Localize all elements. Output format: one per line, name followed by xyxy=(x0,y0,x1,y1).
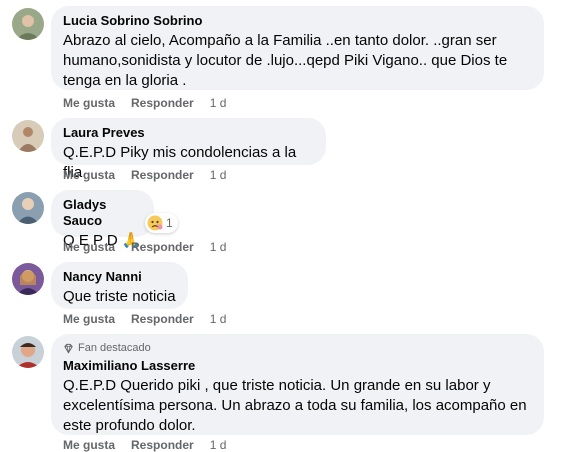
reply-button[interactable]: Responder xyxy=(131,239,194,255)
timestamp[interactable]: 1 d xyxy=(210,437,227,452)
comment-text: Abrazo al cielo, Acompaño a la Familia .… xyxy=(63,31,532,91)
comment-text: Que triste noticia xyxy=(63,288,176,305)
fan-badge-label: Fan destacado xyxy=(78,342,151,354)
reply-button[interactable]: Responder xyxy=(131,311,194,327)
sad-face-emoji-icon xyxy=(147,215,163,231)
like-button[interactable]: Me gusta xyxy=(63,167,115,183)
reaction-count[interactable]: 1 xyxy=(145,213,178,233)
avatar[interactable] xyxy=(12,120,44,152)
avatar[interactable] xyxy=(12,8,44,40)
comment-bubble: Gladys Sauco Q E P D 🙏 xyxy=(51,190,154,249)
avatar[interactable] xyxy=(12,336,44,368)
timestamp[interactable]: 1 d xyxy=(210,239,227,255)
reply-button[interactable]: Responder xyxy=(131,437,194,452)
comment-line: humano,sonidista y locutor de .lujo...qe… xyxy=(63,52,508,69)
comment-author[interactable]: Laura Preves xyxy=(63,125,314,141)
comment-text: Q.E.P.D Querido piki , que triste notici… xyxy=(63,376,532,436)
reply-button[interactable]: Responder xyxy=(131,167,194,183)
diamond-icon xyxy=(64,343,73,354)
fan-badge[interactable]: Fan destacado xyxy=(63,341,532,355)
comment-author[interactable]: Maximiliano Lasserre xyxy=(63,358,532,374)
timestamp[interactable]: 1 d xyxy=(210,311,227,327)
comment-actions: Me gusta Responder 1 d xyxy=(63,95,226,111)
avatar[interactable] xyxy=(12,263,44,295)
comment-author[interactable]: Nancy Nanni xyxy=(63,269,176,285)
comment-author[interactable]: Gladys Sauco xyxy=(63,197,142,229)
reply-button[interactable]: Responder xyxy=(131,95,194,111)
comment-bubble: Laura Preves Q.E.P.D Piky mis condolenci… xyxy=(51,118,326,181)
comment-bubble: Nancy Nanni Que triste noticia xyxy=(51,262,188,309)
comment-bubble: Lucia Sobrino Sobrino Abrazo al cielo, A… xyxy=(51,6,544,90)
like-button[interactable]: Me gusta xyxy=(63,95,115,111)
comment-bubble: Fan destacado Maximiliano Lasserre Q.E.P… xyxy=(51,334,544,435)
like-button[interactable]: Me gusta xyxy=(63,311,115,327)
comment-actions: Me gusta Responder 1 d xyxy=(63,167,226,183)
comment-line: excelentísima persona. Un abrazo a toda … xyxy=(63,397,527,414)
comment-author[interactable]: Lucia Sobrino Sobrino xyxy=(63,13,532,29)
timestamp[interactable]: 1 d xyxy=(210,167,227,183)
timestamp[interactable]: 1 d xyxy=(210,95,227,111)
comment-line: tenga en la gloria . xyxy=(63,72,187,89)
like-button[interactable]: Me gusta xyxy=(63,437,115,452)
comment-actions: Me gusta Responder 1 d xyxy=(63,311,226,327)
comment-line: Q.E.P.D Querido piki , que triste notici… xyxy=(63,377,491,394)
comment-line: Abrazo al cielo, Acompaño a la Familia .… xyxy=(63,32,497,49)
comment-line: este profundo dolor. xyxy=(63,417,196,434)
reaction-count-label: 1 xyxy=(166,216,173,230)
avatar[interactable] xyxy=(12,192,44,224)
like-button[interactable]: Me gusta xyxy=(63,239,115,255)
comment-actions: Me gusta Responder 1 d xyxy=(63,239,226,255)
comment-actions: Me gusta Responder 1 d xyxy=(63,437,226,452)
